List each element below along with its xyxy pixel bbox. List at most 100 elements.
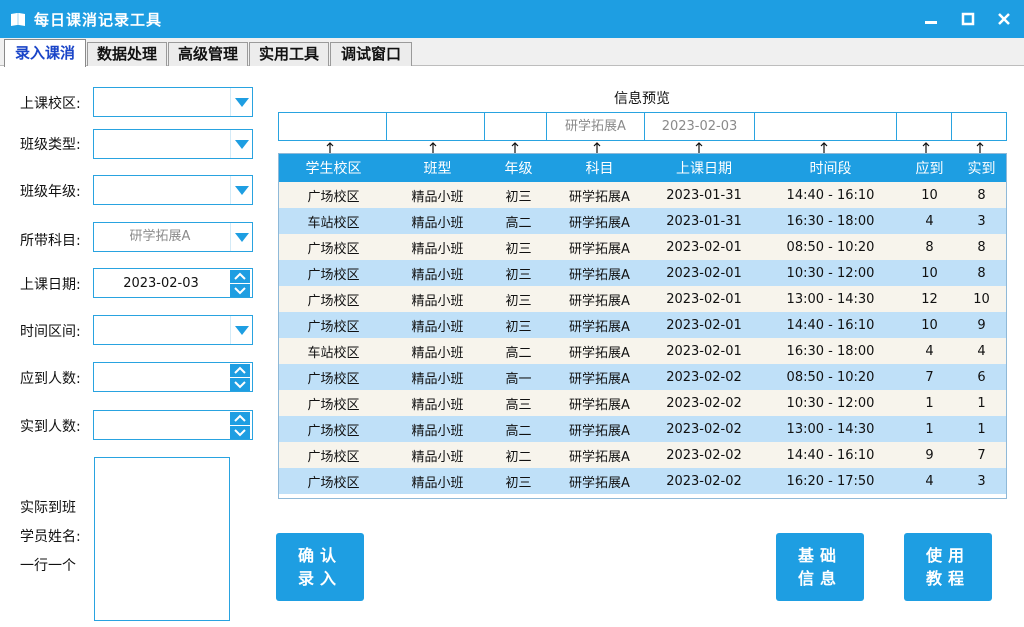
expected-down-button[interactable] — [230, 378, 250, 391]
table-cell: 10:30 - 12:00 — [759, 390, 902, 416]
table-cell: 研学拓展A — [550, 260, 649, 286]
column-header[interactable]: 实到 — [957, 154, 1006, 182]
grade-combo[interactable] — [93, 175, 253, 205]
table-cell: 精品小班 — [388, 286, 487, 312]
column-header[interactable]: 年级 — [487, 154, 550, 182]
table-cell: 初三 — [487, 468, 550, 494]
expected-count-arrows[interactable] — [228, 363, 252, 391]
actual-count-stepper[interactable] — [93, 410, 253, 440]
table-cell: 2023-02-02 — [649, 468, 759, 494]
expected-count-input[interactable] — [94, 363, 228, 391]
table-row[interactable]: 车站校区 精品小班 高二 研学拓展A 2023-02-01 16:30 - 18:00 4 4 — [279, 338, 1006, 364]
title-bar: 每日课消记录工具 — [0, 0, 1024, 38]
date-input[interactable] — [94, 269, 228, 297]
actual-count-arrows[interactable] — [228, 411, 252, 439]
class-type-combo[interactable] — [93, 129, 253, 159]
campus-label: 上课校区: — [20, 96, 81, 112]
expected-count-stepper[interactable] — [93, 362, 253, 392]
column-header[interactable]: 班型 — [388, 154, 487, 182]
student-names-box[interactable] — [94, 457, 230, 621]
column-header[interactable]: 时间段 — [759, 154, 902, 182]
tab-debug[interactable]: 调试窗口 — [330, 42, 412, 66]
table-cell: 1 — [957, 416, 1006, 442]
tutorial-button[interactable]: 使用 教程 — [904, 533, 992, 601]
table-cell: 车站校区 — [279, 338, 388, 364]
table-cell: 10 — [902, 260, 957, 286]
table-cell: 研学拓展A — [550, 208, 649, 234]
campus-dropdown-button[interactable] — [230, 88, 252, 116]
minimize-button[interactable] — [918, 6, 944, 32]
table-row[interactable]: 广场校区 精品小班 高三 研学拓展A 2023-02-02 10:30 - 12:00 1 1 — [279, 390, 1006, 416]
table-cell: 9 — [957, 312, 1006, 338]
tab-advanced[interactable]: 高级管理 — [168, 42, 248, 66]
table-cell: 08:50 - 10:20 — [759, 234, 902, 260]
table-cell: 高三 — [487, 390, 550, 416]
basic-info-button[interactable]: 基础 信息 — [776, 533, 864, 601]
class-type-value — [94, 130, 226, 158]
table-cell: 2023-02-02 — [649, 390, 759, 416]
confirm-entry-label-2: 录入 — [297, 569, 342, 588]
table-row[interactable]: 广场校区 精品小班 初三 研学拓展A 2023-02-01 14:40 - 16:10 10… — [279, 312, 1006, 338]
table-cell: 8 — [957, 260, 1006, 286]
date-picker[interactable] — [93, 268, 253, 298]
table-cell: 精品小班 — [388, 234, 487, 260]
table-cell: 高一 — [487, 364, 550, 390]
table-row[interactable]: 车站校区 精品小班 高二 研学拓展A 2023-01-31 16:30 - 18:00 4 3 — [279, 208, 1006, 234]
student-names-textarea[interactable] — [95, 458, 229, 620]
tab-entry[interactable]: 录入课消 — [4, 39, 86, 67]
preview-cell-actual — [951, 112, 1007, 141]
campus-combo[interactable] — [93, 87, 253, 117]
subject-combo[interactable]: 研学拓展A — [93, 222, 253, 252]
table-cell: 广场校区 — [279, 182, 388, 208]
table-row[interactable]: 广场校区 精品小班 初三 研学拓展A 2023-02-01 10:30 - 12:00 10… — [279, 260, 1006, 286]
table-row[interactable]: 广场校区 精品小班 初三 研学拓展A 2023-02-01 08:50 - 10:20 8 8 — [279, 234, 1006, 260]
table-row[interactable]: 广场校区 精品小班 初三 研学拓展A 2023-01-31 14:40 - 16:10 10… — [279, 182, 1006, 208]
grade-dropdown-button[interactable] — [230, 176, 252, 204]
close-icon — [998, 13, 1010, 25]
table-cell: 精品小班 — [388, 416, 487, 442]
table-row[interactable]: 广场校区 精品小班 高一 研学拓展A 2023-02-02 08:50 - 10:20 7 6 — [279, 364, 1006, 390]
student-names-label: 实际到班 学员姓名: 一行一个 — [20, 494, 81, 581]
records-table[interactable]: 学生校区 班型 年级 科目 上课日期 时间段 应到 实到 广场校区 精品小班 初三研… — [278, 153, 1007, 499]
student-names-label-line-2: 学员姓名: — [20, 529, 81, 545]
date-stepper[interactable] — [228, 269, 252, 297]
time-combo[interactable] — [93, 315, 253, 345]
subject-dropdown-button[interactable] — [230, 223, 252, 251]
table-cell: 车站校区 — [279, 208, 388, 234]
table-cell: 6 — [957, 364, 1006, 390]
actual-count-input[interactable] — [94, 411, 228, 439]
table-cell: 研学拓展A — [550, 390, 649, 416]
table-cell: 精品小班 — [388, 312, 487, 338]
column-header[interactable]: 上课日期 — [649, 154, 759, 182]
table-cell: 高二 — [487, 208, 550, 234]
maximize-button[interactable] — [955, 6, 981, 32]
date-up-button[interactable] — [230, 270, 250, 283]
time-dropdown-button[interactable] — [230, 316, 252, 344]
table-cell: 2023-02-01 — [649, 286, 759, 312]
date-down-button[interactable] — [230, 284, 250, 297]
confirm-entry-button[interactable]: 确认 录入 — [276, 533, 364, 601]
table-cell: 广场校区 — [279, 390, 388, 416]
table-cell: 4 — [902, 468, 957, 494]
table-row[interactable]: 广场校区 精品小班 高二 研学拓展A 2023-02-02 13:00 - 14:30 1 1 — [279, 416, 1006, 442]
class-type-dropdown-button[interactable] — [230, 130, 252, 158]
grade-value — [94, 176, 226, 204]
table-cell: 08:50 - 10:20 — [759, 364, 902, 390]
chevron-up-icon — [234, 366, 246, 374]
expected-up-button[interactable] — [230, 364, 250, 377]
table-cell: 广场校区 — [279, 364, 388, 390]
column-header[interactable]: 应到 — [902, 154, 957, 182]
table-row[interactable]: 广场校区 精品小班 初二 研学拓展A 2023-02-02 14:40 - 16:10 9 7 — [279, 442, 1006, 468]
column-header[interactable]: 科目 — [550, 154, 649, 182]
table-cell: 研学拓展A — [550, 416, 649, 442]
table-row[interactable]: 广场校区 精品小班 初三 研学拓展A 2023-02-01 13:00 - 14:30 12… — [279, 286, 1006, 312]
table-row[interactable]: 广场校区 精品小班 初三 研学拓展A 2023-02-02 16:20 - 17:50 4 3 — [279, 468, 1006, 494]
actual-down-button[interactable] — [230, 426, 250, 439]
tab-utilities[interactable]: 实用工具 — [249, 42, 329, 66]
tab-data-processing[interactable]: 数据处理 — [87, 42, 167, 66]
table-cell: 广场校区 — [279, 260, 388, 286]
column-header[interactable]: 学生校区 — [279, 154, 388, 182]
close-button[interactable] — [991, 6, 1017, 32]
table-cell: 精品小班 — [388, 182, 487, 208]
actual-up-button[interactable] — [230, 412, 250, 425]
